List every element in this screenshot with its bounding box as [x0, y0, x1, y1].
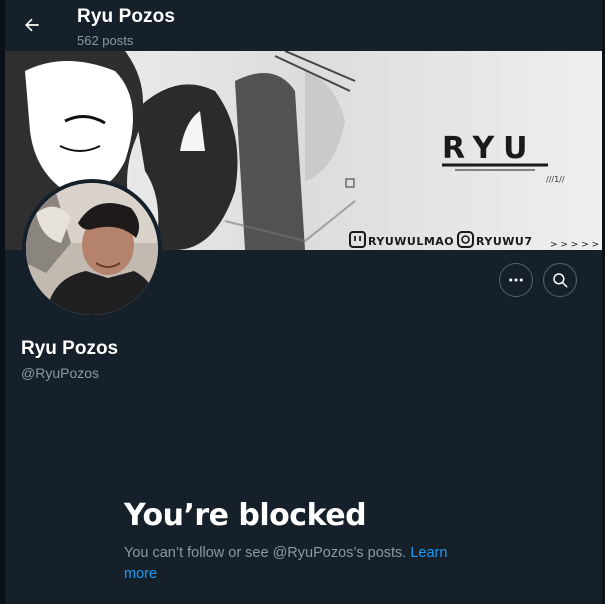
more-button[interactable]	[499, 263, 533, 297]
search-button[interactable]	[543, 263, 577, 297]
instagram-handle: RYUWU7	[476, 235, 533, 248]
posts-count: 562 posts	[77, 33, 134, 48]
banner-small-mark: ///1//	[546, 175, 565, 184]
arrow-left-icon	[25, 18, 39, 32]
avatar-image	[26, 183, 158, 315]
banner-logo-text: RYU	[442, 131, 537, 166]
twitch-handle: RYUWULMAO	[368, 235, 454, 248]
profile-handle: @RyuPozos	[21, 365, 100, 381]
profile-header: Ryu Pozos 562 posts	[0, 0, 605, 51]
blocked-message: You can’t follow or see @RyuPozos’s post…	[124, 543, 464, 585]
banner-arrows: > > > > >	[550, 240, 599, 250]
search-icon	[553, 273, 568, 288]
avatar[interactable]	[22, 179, 162, 319]
more-horizontal-icon	[509, 278, 523, 282]
back-button[interactable]	[18, 11, 46, 39]
header-title: Ryu Pozos	[77, 6, 176, 27]
blocked-title: You’re blocked	[124, 498, 367, 533]
profile-name: Ryu Pozos	[21, 338, 119, 359]
blocked-message-text: You can’t follow or see @RyuPozos’s post…	[124, 545, 407, 561]
